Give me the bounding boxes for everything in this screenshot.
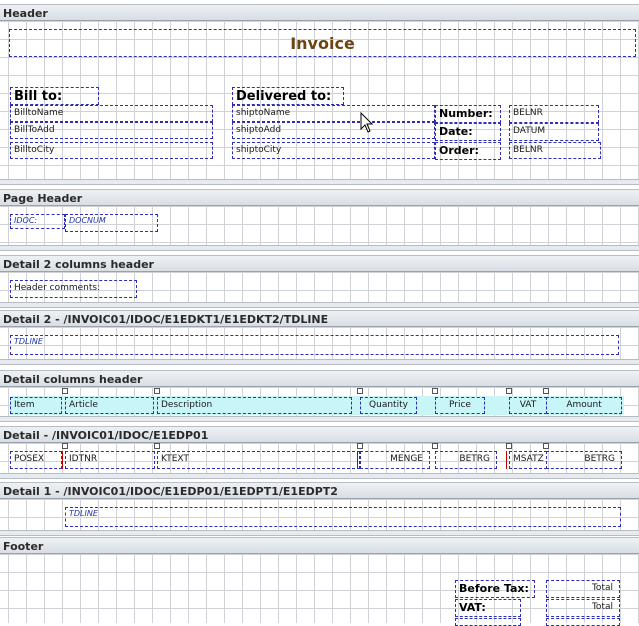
- ship-to-add-field[interactable]: shiptoAdd: [232, 122, 435, 139]
- band-title-detail2-header[interactable]: Detail 2 columns header: [0, 255, 639, 272]
- detail-columns-header-band[interactable]: Item Article Description Quantity Price …: [0, 387, 639, 416]
- selection-handle[interactable]: [357, 388, 363, 394]
- order-label[interactable]: Order:: [435, 142, 501, 160]
- ship-to-city-field[interactable]: shiptoCity: [232, 142, 435, 159]
- ship-to-name-field[interactable]: shiptoName: [232, 105, 435, 122]
- band-divider[interactable]: [0, 416, 639, 422]
- column-description-header[interactable]: Description: [157, 397, 352, 414]
- header-comments-label[interactable]: Header comments:: [10, 280, 137, 298]
- date-label[interactable]: Date:: [435, 123, 501, 141]
- detail2-band[interactable]: TDLINE: [0, 327, 639, 359]
- before-tax-total-field[interactable]: Total: [546, 580, 620, 598]
- before-tax-label[interactable]: Before Tax:: [455, 580, 535, 598]
- band-title-page-header[interactable]: Page Header: [0, 189, 639, 206]
- band-title-detail2[interactable]: Detail 2 - /INVOIC01/IDOC/E1EDKT1/E1EDKT…: [0, 310, 639, 327]
- posex-field[interactable]: POSEX: [10, 451, 62, 469]
- selection-handle[interactable]: [62, 443, 68, 449]
- bill-to-city-field[interactable]: BilltoCity: [10, 142, 213, 159]
- bill-to-name-field[interactable]: BilltoName: [10, 105, 213, 122]
- detail2-header-band[interactable]: Header comments:: [0, 272, 639, 302]
- selection-handle[interactable]: [543, 388, 549, 394]
- number-value-field[interactable]: BELNR: [509, 105, 599, 123]
- vat-label[interactable]: VAT:: [455, 599, 521, 617]
- betrg-price-field[interactable]: BETRG: [435, 451, 497, 469]
- msatz-field[interactable]: MSATZ: [509, 451, 547, 469]
- number-label[interactable]: Number:: [435, 105, 501, 123]
- selection-handle[interactable]: [543, 443, 549, 449]
- idtnr-field[interactable]: IDTNR: [65, 451, 155, 469]
- mouse-pointer-icon: [360, 112, 374, 133]
- selection-handle[interactable]: [506, 388, 512, 394]
- tdline-field[interactable]: TDLINE: [10, 335, 619, 355]
- delivered-to-label[interactable]: Delivered to:: [232, 87, 344, 105]
- column-guide: [506, 451, 507, 469]
- selection-handle[interactable]: [432, 388, 438, 394]
- invoice-title: Invoice: [290, 34, 355, 53]
- column-quantity-header[interactable]: Quantity: [360, 397, 417, 414]
- band-title-detail[interactable]: Detail - /INVOIC01/IDOC/E1EDP01: [0, 426, 639, 443]
- footer-band[interactable]: Before Tax: Total VAT: Total: [0, 554, 639, 626]
- band-divider[interactable]: [0, 530, 639, 536]
- column-article-header[interactable]: Article: [65, 397, 154, 414]
- band-divider[interactable]: [0, 179, 639, 185]
- band-title-footer[interactable]: Footer: [0, 537, 639, 554]
- idoc-label[interactable]: IDOC:: [10, 214, 65, 229]
- bill-to-add-field[interactable]: BillToAdd: [10, 122, 213, 139]
- order-value-field[interactable]: BELNR: [509, 142, 601, 159]
- band-title-detail-columns-header[interactable]: Detail columns header: [0, 370, 639, 387]
- selection-handle[interactable]: [432, 443, 438, 449]
- detail-band[interactable]: POSEX IDTNR KTEXT MENGE BETRG MSATZ BETR…: [0, 443, 639, 473]
- detail1-band[interactable]: TDLINE: [0, 499, 639, 530]
- header-band[interactable]: Invoice Bill to: BilltoName BillToAdd Bi…: [0, 21, 639, 179]
- bill-to-label[interactable]: Bill to:: [10, 87, 99, 105]
- band-divider[interactable]: [0, 302, 639, 308]
- column-amount-header[interactable]: Amount: [546, 397, 622, 414]
- column-guide: [62, 451, 63, 469]
- column-price-header[interactable]: Price: [435, 397, 485, 414]
- band-title-detail1[interactable]: Detail 1 - /INVOIC01/IDOC/E1EDP01/E1EDPT…: [0, 482, 639, 499]
- selection-handle[interactable]: [62, 388, 68, 394]
- page-header-band[interactable]: IDOC: DOCNUM: [0, 206, 639, 245]
- selection-handle[interactable]: [154, 443, 160, 449]
- docnum-field[interactable]: DOCNUM: [65, 214, 158, 232]
- selection-handle[interactable]: [506, 443, 512, 449]
- band-divider[interactable]: [0, 245, 639, 251]
- column-guide: [357, 451, 358, 469]
- partial-label-field[interactable]: [455, 618, 521, 626]
- selection-handle[interactable]: [357, 443, 363, 449]
- band-divider[interactable]: [0, 473, 639, 479]
- betrg-amount-field[interactable]: BETRG: [546, 451, 622, 469]
- vat-total-field[interactable]: Total: [546, 599, 620, 617]
- tdline-field[interactable]: TDLINE: [65, 507, 621, 527]
- selection-handle[interactable]: [154, 388, 160, 394]
- date-value-field[interactable]: DATUM: [509, 123, 599, 141]
- band-title-header[interactable]: Header: [0, 4, 639, 21]
- column-vat-header[interactable]: VAT: [509, 397, 547, 414]
- title-frame[interactable]: Invoice: [9, 29, 636, 57]
- partial-total-field[interactable]: [546, 618, 620, 626]
- band-divider[interactable]: [0, 359, 639, 365]
- ktext-field[interactable]: KTEXT: [157, 451, 360, 469]
- menge-field[interactable]: MENGE: [360, 451, 430, 469]
- column-item-header[interactable]: Item: [10, 397, 62, 414]
